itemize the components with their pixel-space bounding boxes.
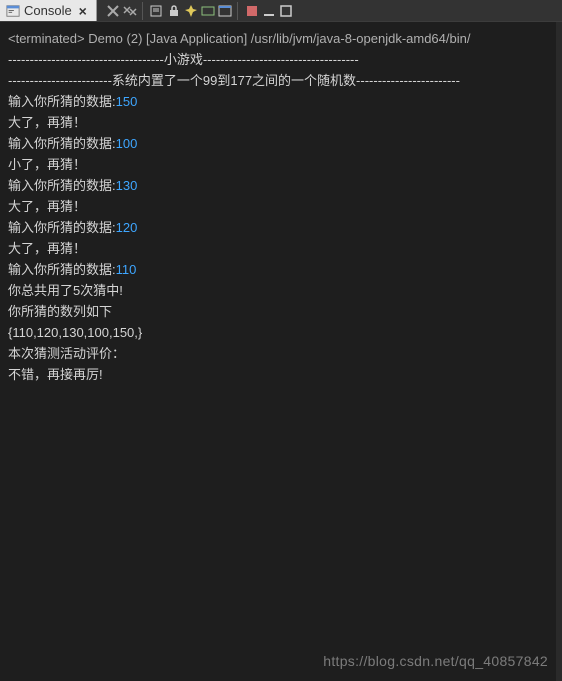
remove-launch-icon[interactable] (105, 3, 121, 19)
terminate-icon[interactable] (244, 3, 260, 19)
console-tab[interactable]: Console × (0, 0, 97, 21)
result-list-label: 你所猜的数列如下 (8, 301, 554, 322)
feedback-row: 大了，再猜！ (8, 238, 554, 259)
console-output: <terminated> Demo (2) [Java Application]… (0, 22, 562, 681)
result-list: {110,120,130,100,150,} (8, 322, 554, 343)
watermark: https://blog.csdn.net/qq_40857842 (323, 653, 548, 669)
tab-title: Console (24, 3, 72, 18)
scroll-lock-icon[interactable] (166, 3, 182, 19)
eval-result: 不错，再接再厉! (8, 364, 554, 385)
console-toolbar (97, 0, 562, 21)
pin-console-icon[interactable] (183, 3, 199, 19)
run-label: Demo (2) [Java Application] /usr/lib/jvm… (88, 31, 470, 46)
feedback-row: 小了，再猜！ (8, 154, 554, 175)
vertical-scrollbar[interactable] (556, 22, 562, 681)
tab-bar: Console × (0, 0, 562, 22)
remove-all-icon[interactable] (122, 3, 138, 19)
terminated-status: <terminated> (8, 31, 85, 46)
header-line-2: ------------------------系统内置了一个99到177之间的… (8, 70, 554, 91)
attempt-row: 输入你所猜的数据:110 (8, 259, 554, 280)
close-icon[interactable]: × (76, 4, 90, 18)
attempt-row: 输入你所猜的数据:120 (8, 217, 554, 238)
result-count: 你总共用了5次猜中! (8, 280, 554, 301)
attempt-row: 输入你所猜的数据:150 (8, 91, 554, 112)
eval-label: 本次猜测活动评价： (8, 343, 554, 364)
console-icon (6, 4, 20, 18)
open-console-icon[interactable] (217, 3, 233, 19)
clear-console-icon[interactable] (149, 3, 165, 19)
feedback-row: 大了，再猜！ (8, 112, 554, 133)
feedback-row: 大了，再猜！ (8, 196, 554, 217)
run-info-line: <terminated> Demo (2) [Java Application]… (8, 28, 554, 49)
display-selected-icon[interactable] (200, 3, 216, 19)
maximize-icon[interactable] (278, 3, 294, 19)
header-line-1: ------------------------------------小游戏-… (8, 49, 554, 70)
minimize-icon[interactable] (261, 3, 277, 19)
attempt-row: 输入你所猜的数据:100 (8, 133, 554, 154)
attempt-row: 输入你所猜的数据:130 (8, 175, 554, 196)
